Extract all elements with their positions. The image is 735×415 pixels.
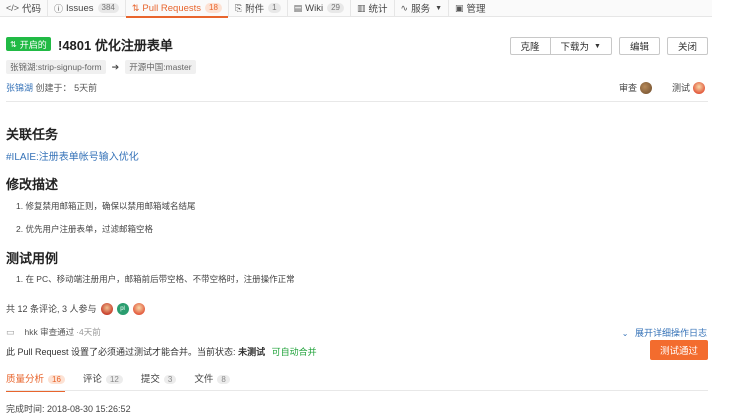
- service-icon: ∿: [400, 2, 409, 13]
- avatar[interactable]: [132, 302, 145, 315]
- branch-info: 张锦湖:strip-signup-form ➔ 开源中国:master: [6, 60, 196, 74]
- test-heading: 测试用例: [6, 251, 59, 266]
- finish-time: 完成时间: 2018-08-30 15:26:52: [6, 404, 131, 414]
- target-branch[interactable]: 开源中国:master: [125, 60, 196, 74]
- operation-log-entry: ▭ hkk 审查通过 ·4天前: [6, 326, 101, 338]
- tab-commits[interactable]: 提交 3: [140, 371, 177, 389]
- nav-tab-pull-requests[interactable]: ⇅ Pull Requests 18: [125, 0, 229, 18]
- tab-label: 评论: [82, 374, 102, 385]
- close-button[interactable]: 关闭: [666, 37, 708, 55]
- nav-tab-label: Wiki: [305, 2, 324, 14]
- avatar[interactable]: [100, 302, 113, 315]
- count-badge: 3: [163, 375, 177, 384]
- issue-icon: ⓘ: [54, 3, 64, 14]
- created-time: 5天前: [74, 83, 98, 93]
- author-link[interactable]: 张锦湖: [6, 83, 33, 93]
- chevron-down-icon: ▼: [435, 4, 443, 12]
- double-chevron-down-icon: ⌄: [621, 329, 629, 338]
- pull-request-icon: ⇅: [131, 2, 140, 13]
- count-badge: 384: [97, 3, 119, 13]
- created-label: 创建于：: [35, 83, 72, 93]
- task-link[interactable]: #ILAIE:注册表单帐号输入优化: [6, 148, 139, 163]
- avatar[interactable]: [693, 81, 705, 94]
- log-action: 审查通过: [40, 327, 75, 337]
- reviewer-label: 审查: [618, 83, 637, 93]
- task-heading: 关联任务: [6, 127, 59, 142]
- nav-tab-label: 代码: [22, 4, 42, 15]
- test-pass-button[interactable]: 测试通过: [649, 340, 708, 360]
- divider: [6, 101, 708, 102]
- tab-label: 提交: [140, 374, 160, 385]
- source-branch[interactable]: 张锦湖:strip-signup-form: [6, 60, 106, 74]
- nav-tab-wiki[interactable]: ▤ Wiki 29: [288, 0, 350, 17]
- auto-merge-status: 可自动合并: [271, 347, 317, 357]
- code-icon: </>: [6, 3, 20, 13]
- log-user[interactable]: hkk: [25, 327, 38, 337]
- log-time: ·4天前: [76, 327, 101, 337]
- clone-button[interactable]: 克隆: [509, 37, 551, 55]
- pull-request-icon: ⇅: [10, 39, 17, 49]
- nav-tab-label: Issues: [66, 2, 94, 14]
- nav-tab-label: 统计: [368, 4, 388, 15]
- edit-button[interactable]: 编辑: [618, 37, 660, 55]
- nav-tab-label: 附件: [245, 4, 265, 15]
- expand-label: 展开详细操作日志: [634, 328, 707, 338]
- tester-group: 测试: [672, 81, 705, 94]
- pr-meta: 张锦湖 创建于： 5天前: [6, 81, 97, 94]
- nav-tab-stats[interactable]: ▥ 统计: [351, 0, 394, 17]
- wiki-icon: ▤: [293, 2, 303, 13]
- status-label: 开启的: [19, 39, 47, 50]
- count-badge: 1: [268, 3, 281, 13]
- tab-comments[interactable]: 评论 12: [83, 371, 123, 389]
- repo-nav: </> 代码 ⓘ Issues 384 ⇅ Pull Requests 18 ⎘…: [0, 0, 712, 18]
- nav-tab-attachments[interactable]: ⎘ 附件 1: [229, 0, 287, 17]
- nav-tab-manage[interactable]: ▣ 管理: [449, 0, 492, 17]
- count-badge: 29: [327, 3, 344, 13]
- count-badge: 12: [105, 375, 123, 384]
- nav-tab-services[interactable]: ∿ 服务 ▼: [395, 0, 449, 17]
- count-badge: 8: [217, 375, 230, 384]
- reviewers: 审查 测试: [619, 81, 705, 94]
- open-status-badge: ⇅ 开启的: [6, 37, 51, 51]
- tab-label: 质量分析: [6, 374, 45, 385]
- tab-quality-analysis[interactable]: 质量分析 16: [6, 371, 65, 392]
- tab-label: 文件: [194, 374, 214, 385]
- merge-requirement-notice: 此 Pull Request 设置了必须通过测试才能合并。当前状态: 未测试 可…: [6, 345, 317, 358]
- list-item: 2. 优先用户注册表单，过滤邮箱空格: [16, 224, 153, 234]
- pr-action-buttons: 克隆 下载为 ▼ 编辑 关闭: [509, 37, 708, 55]
- nav-tab-code[interactable]: </> 代码: [0, 0, 47, 17]
- attachment-icon: ⎘: [234, 2, 243, 13]
- pr-title: !4801 优化注册表单: [58, 38, 173, 53]
- participants-text: 共 12 条评论, 3 人参与: [6, 304, 97, 314]
- pr-tabs: 质量分析 16 评论 12 提交 3 文件 8: [6, 371, 230, 392]
- list-item: 1. 在 PC、移动端注册用户，邮箱前后带空格、不带空格时，注册操作正常: [16, 274, 295, 284]
- count-badge: 16: [48, 375, 65, 384]
- list-item: 1. 修复禁用邮箱正则，确保以禁用邮箱域名结尾: [16, 201, 196, 211]
- manage-icon: ▣: [455, 2, 464, 13]
- download-label: 下载为: [560, 42, 590, 53]
- stats-icon: ▥: [357, 2, 366, 13]
- participants-summary: 共 12 条评论, 3 人参与 pl: [6, 302, 145, 315]
- arrow-right-icon: ➔: [111, 61, 120, 72]
- nav-tab-label: 管理: [466, 4, 486, 15]
- avatar[interactable]: [639, 81, 652, 94]
- nav-tab-label: 服务: [411, 4, 431, 15]
- tester-label: 测试: [671, 83, 690, 93]
- reviewer-group: 审查: [619, 81, 652, 94]
- nav-tab-label: Pull Requests: [142, 2, 202, 14]
- clone-download-group: 克隆 下载为 ▼: [509, 37, 612, 55]
- desc-heading: 修改描述: [6, 177, 59, 192]
- expand-log-link[interactable]: ⌄ 展开详细操作日志: [622, 326, 707, 339]
- divider: [6, 390, 708, 391]
- avatar[interactable]: pl: [116, 302, 129, 315]
- review-icon: ▭: [6, 326, 15, 337]
- tab-files[interactable]: 文件 8: [194, 371, 230, 389]
- nav-tab-issues[interactable]: ⓘ Issues 384: [48, 0, 125, 17]
- count-badge: 18: [205, 3, 222, 13]
- test-state: 未测试: [238, 347, 266, 357]
- download-button[interactable]: 下载为 ▼: [550, 37, 612, 55]
- chevron-down-icon: ▼: [594, 42, 601, 50]
- notice-text: 此 Pull Request 设置了必须通过测试才能合并。当前状态:: [6, 347, 236, 357]
